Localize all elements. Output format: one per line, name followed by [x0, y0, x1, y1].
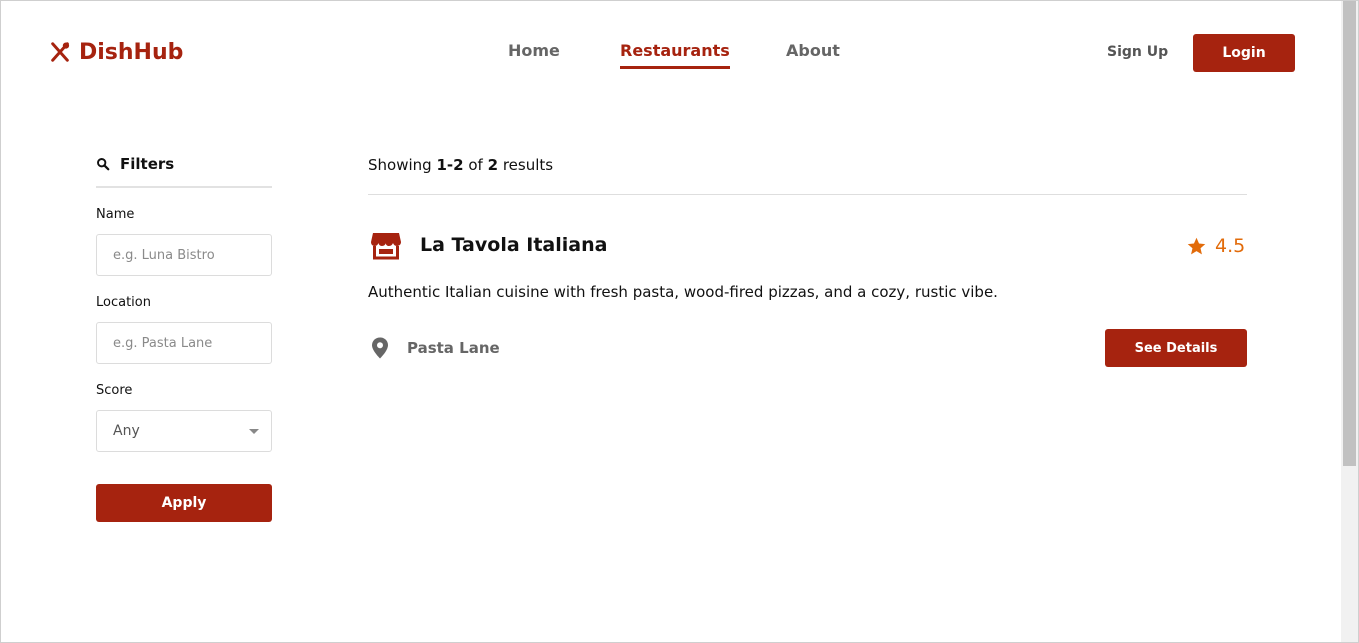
name-label: Name [96, 207, 135, 222]
location-label: Location [96, 295, 151, 310]
page: DishHub Home Restaurants About Sign Up L… [0, 0, 1359, 643]
nav-about[interactable]: About [786, 41, 840, 60]
name-input[interactable] [96, 234, 272, 276]
results-of: of [468, 156, 483, 174]
signup-link[interactable]: Sign Up [1107, 44, 1168, 60]
score-select-value: Any [113, 423, 140, 439]
map-pin-icon [372, 337, 388, 359]
filters-heading: Filters [96, 155, 174, 173]
chevron-down-icon [249, 429, 259, 434]
restaurant-name[interactable]: La Tavola Italiana [420, 234, 607, 256]
scrollbar-thumb[interactable] [1343, 1, 1356, 466]
apply-button[interactable]: Apply [96, 484, 272, 522]
login-button[interactable]: Login [1193, 34, 1295, 72]
vertical-scrollbar[interactable] [1341, 1, 1358, 642]
see-details-button[interactable]: See Details [1105, 329, 1247, 367]
restaurant-location: Pasta Lane [371, 337, 500, 359]
results-total: 2 [487, 156, 499, 174]
rating-value: 4.5 [1215, 235, 1246, 257]
filters-divider [96, 186, 272, 188]
results-summary: Showing 1-2 of 2 results [368, 156, 553, 174]
restaurant-description: Authentic Italian cuisine with fresh pas… [368, 283, 998, 301]
nav-restaurants[interactable]: Restaurants [620, 41, 730, 69]
score-select[interactable]: Any [96, 410, 272, 452]
results-divider [368, 194, 1247, 195]
filters-title: Filters [120, 155, 175, 173]
location-text: Pasta Lane [407, 339, 500, 357]
storefront-icon [371, 233, 401, 260]
results-range: 1-2 [436, 156, 464, 174]
star-icon [1187, 237, 1206, 254]
search-icon [97, 158, 110, 171]
results-suffix: results [502, 156, 554, 174]
results-showing-prefix: Showing [368, 156, 432, 174]
nav-home[interactable]: Home [508, 41, 560, 60]
score-label: Score [96, 383, 133, 398]
location-input[interactable] [96, 322, 272, 364]
restaurant-rating: 4.5 [1186, 235, 1245, 257]
